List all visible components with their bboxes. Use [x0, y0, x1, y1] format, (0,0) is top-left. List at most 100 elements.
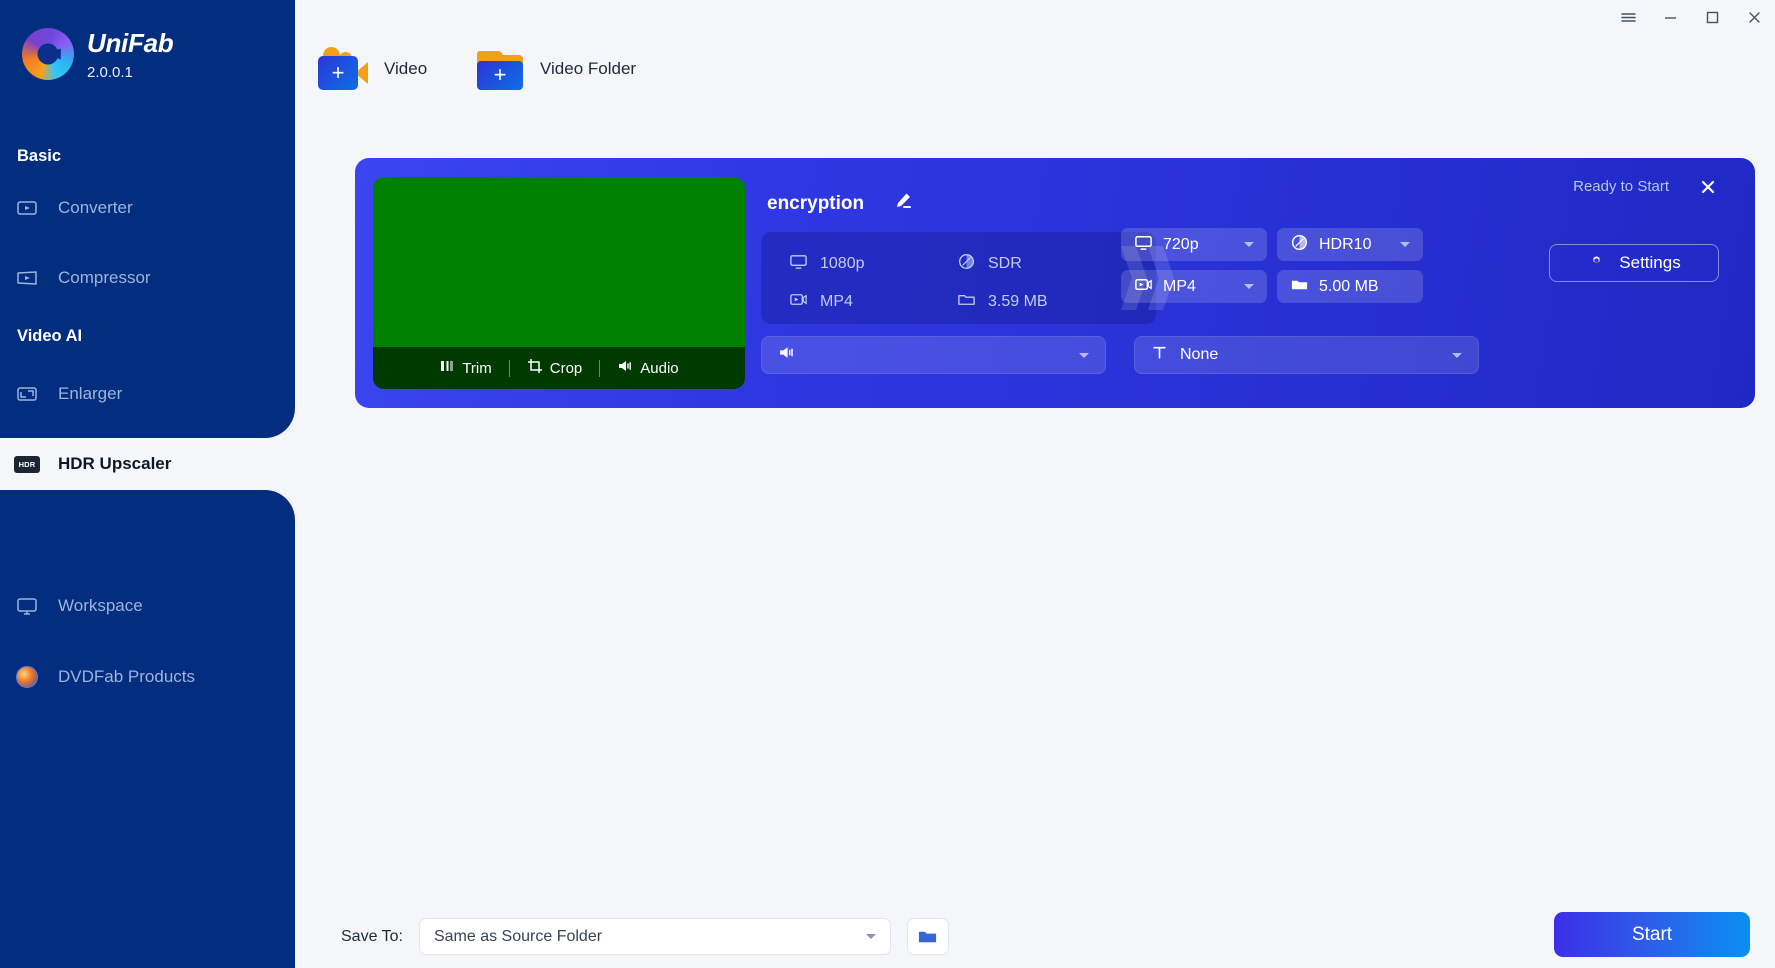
- sidebar-item-label: Compressor: [58, 268, 151, 288]
- crop-button[interactable]: Crop: [510, 358, 600, 378]
- video-file-icon: [1134, 275, 1153, 299]
- track-selectors: None: [761, 336, 1479, 374]
- menu-icon[interactable]: [1607, 0, 1649, 34]
- gear-icon: [1587, 251, 1606, 275]
- subtitle-track-value: None: [1180, 346, 1218, 364]
- converter-icon: [14, 195, 40, 221]
- thumbnail-action-bar: Trim Crop Audio: [373, 347, 745, 389]
- file-title: encryption: [767, 193, 864, 215]
- audio-icon: [617, 358, 633, 378]
- source-resolution: 1080p: [789, 252, 957, 276]
- chevron-down-icon: [1244, 242, 1254, 247]
- source-dynamic-range-value: SDR: [988, 255, 1022, 273]
- source-format-value: MP4: [820, 293, 853, 311]
- output-settings: 720p HDR10 MP4: [1121, 228, 1431, 312]
- save-to-value: Same as Source Folder: [434, 928, 602, 946]
- contrast-icon: [1290, 233, 1309, 257]
- output-size-field[interactable]: 5.00 MB: [1277, 270, 1423, 303]
- sidebar-item-label: Enlarger: [58, 384, 122, 404]
- sidebar-active-corner-bottom: [0, 490, 295, 520]
- crop-icon: [527, 358, 543, 378]
- trim-label: Trim: [462, 360, 491, 377]
- compressor-icon: [14, 265, 40, 291]
- enlarger-icon: [14, 381, 40, 407]
- browse-folder-button[interactable]: [907, 918, 949, 955]
- add-folder-icon: +: [474, 46, 526, 91]
- window-controls: [1607, 0, 1775, 34]
- settings-button[interactable]: Settings: [1549, 244, 1719, 282]
- output-resolution-value: 720p: [1163, 236, 1199, 254]
- minimize-icon[interactable]: [1649, 0, 1691, 34]
- sidebar-item-converter[interactable]: Converter: [0, 182, 295, 234]
- add-video-icon: +: [313, 46, 370, 91]
- trim-button[interactable]: Trim: [422, 358, 508, 378]
- chevron-down-icon: [1452, 353, 1462, 358]
- output-size-value: 5.00 MB: [1319, 278, 1379, 296]
- monitor-icon: [14, 593, 40, 619]
- sidebar-section-basic: Basic: [17, 147, 61, 166]
- file-title-row: encryption: [767, 190, 914, 217]
- start-button[interactable]: Start: [1554, 912, 1750, 957]
- sidebar-item-compressor[interactable]: Compressor: [0, 252, 295, 304]
- folder-icon: [1290, 275, 1309, 299]
- folder-icon: [957, 290, 976, 314]
- chevron-down-icon: [1400, 242, 1410, 247]
- sidebar-item-hdr-upscaler[interactable]: HDR HDR Upscaler: [0, 438, 295, 490]
- subtitle-track-dropdown[interactable]: None: [1134, 336, 1479, 374]
- maximize-icon[interactable]: [1691, 0, 1733, 34]
- add-video-folder-button[interactable]: + Video Folder: [474, 46, 636, 91]
- video-file-icon: [789, 290, 808, 314]
- output-format-dropdown[interactable]: MP4: [1121, 270, 1267, 303]
- save-to-dropdown[interactable]: Same as Source Folder: [419, 918, 891, 955]
- app-version: 2.0.0.1: [87, 65, 173, 80]
- app-logo: UniFab 2.0.0.1: [22, 28, 173, 80]
- chevron-down-icon: [1079, 353, 1089, 358]
- sidebar-item-label: Workspace: [58, 596, 143, 616]
- brand-name: UniFab: [87, 30, 173, 56]
- source-size: 3.59 MB: [957, 290, 1125, 314]
- sidebar-section-video-ai: Video AI: [17, 327, 82, 346]
- sidebar-item-label: Converter: [58, 198, 133, 218]
- output-format-value: MP4: [1163, 278, 1196, 296]
- add-video-button[interactable]: + Video: [313, 46, 427, 91]
- monitor-icon: [789, 252, 808, 276]
- output-dynamic-range-value: HDR10: [1319, 236, 1371, 254]
- subtitle-text-icon: [1151, 344, 1168, 366]
- audio-icon: [778, 344, 795, 366]
- edit-title-icon[interactable]: [892, 190, 914, 217]
- status-badge: Ready to Start: [1573, 178, 1669, 195]
- plus-icon: +: [494, 64, 507, 86]
- output-dynamic-range-dropdown[interactable]: HDR10: [1277, 228, 1423, 261]
- sidebar-item-label: DVDFab Products: [58, 667, 195, 687]
- audio-button[interactable]: Audio: [600, 358, 695, 378]
- chevron-down-icon: [1244, 284, 1254, 289]
- source-size-value: 3.59 MB: [988, 293, 1048, 311]
- start-label: Start: [1632, 924, 1672, 946]
- monitor-icon: [1134, 233, 1153, 257]
- output-resolution-dropdown[interactable]: 720p: [1121, 228, 1267, 261]
- hdr-badge-label: HDR: [14, 456, 40, 473]
- source-dynamic-range: SDR: [957, 252, 1125, 276]
- sidebar: UniFab 2.0.0.1 Basic Converter Compresso…: [0, 0, 295, 968]
- save-to-row: Save To: Same as Source Folder: [341, 918, 949, 955]
- crop-label: Crop: [550, 360, 583, 377]
- task-card: Trim Crop Audio encrypt: [355, 158, 1755, 408]
- save-to-label: Save To:: [341, 928, 403, 946]
- trim-icon: [439, 358, 455, 378]
- audio-track-dropdown[interactable]: [761, 336, 1106, 374]
- unifab-window: UniFab 2.0.0.1 Basic Converter Compresso…: [0, 0, 1775, 968]
- contrast-icon: [957, 252, 976, 276]
- source-resolution-value: 1080p: [820, 255, 865, 273]
- settings-label: Settings: [1619, 253, 1680, 273]
- remove-task-icon[interactable]: [1696, 175, 1720, 199]
- hdr-icon: HDR: [14, 456, 40, 473]
- sidebar-item-dvdfab-products[interactable]: DVDFab Products: [0, 651, 295, 703]
- source-format: MP4: [789, 290, 957, 314]
- chevron-down-icon: [866, 934, 876, 939]
- source-info-panel: 1080p SDR MP4: [761, 232, 1156, 324]
- sidebar-item-workspace[interactable]: Workspace: [0, 580, 295, 632]
- plus-icon: +: [332, 62, 345, 84]
- video-thumbnail[interactable]: Trim Crop Audio: [373, 177, 745, 389]
- close-icon[interactable]: [1733, 0, 1775, 34]
- add-video-folder-label: Video Folder: [540, 59, 636, 79]
